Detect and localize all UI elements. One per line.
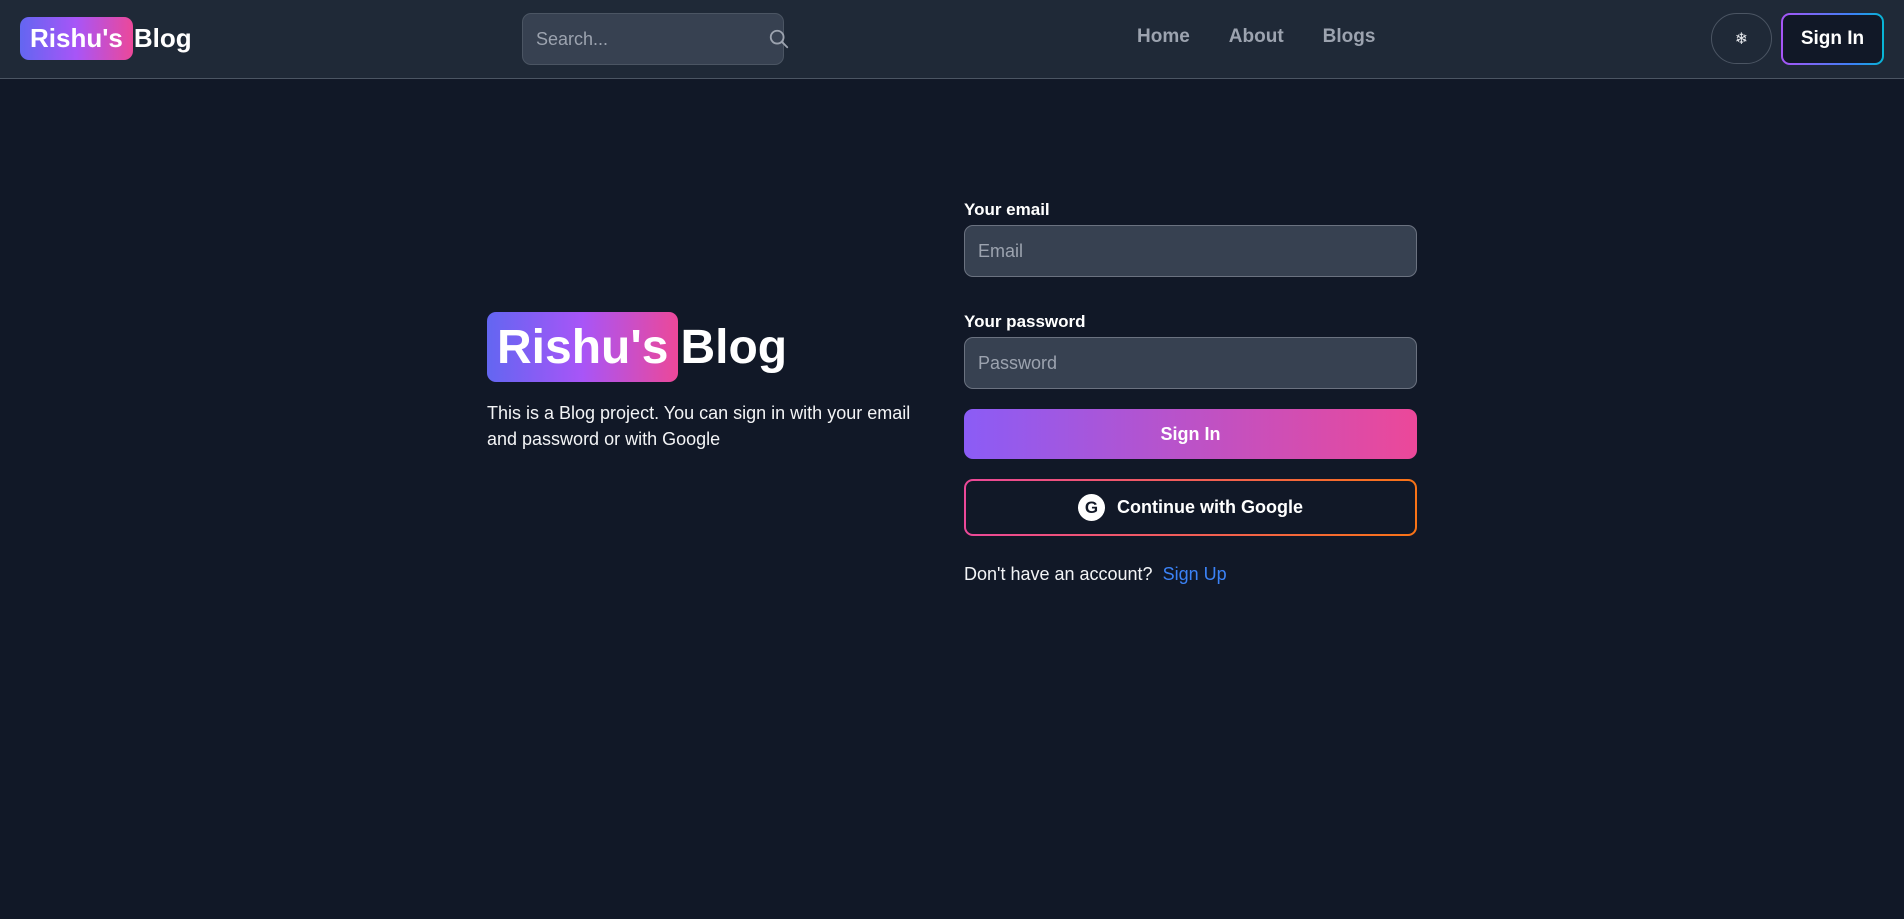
navbar: Rishu's Blog Home About Blogs ❄ Sign In <box>0 0 1904 79</box>
continue-with-google-button[interactable]: G Continue with Google <box>964 479 1417 536</box>
site-logo[interactable]: Rishu's Blog <box>20 17 192 60</box>
header-sign-in-label: Sign In <box>1783 15 1882 63</box>
nav-blogs[interactable]: Blogs <box>1323 26 1376 54</box>
email-label: Your email <box>964 200 1050 219</box>
hero-description: This is a Blog project. You can sign in … <box>487 403 911 449</box>
nav-home[interactable]: Home <box>1137 26 1190 54</box>
nav-about[interactable]: About <box>1229 26 1284 54</box>
sign-up-link[interactable]: Sign Up <box>1163 564 1227 585</box>
theme-toggle-button[interactable]: ❄ <box>1711 13 1772 64</box>
search-icon[interactable] <box>768 27 790 51</box>
password-label: Your password <box>964 312 1086 331</box>
logo-badge: Rishu's <box>20 17 133 60</box>
google-button-label: Continue with Google <box>1117 497 1303 517</box>
signup-row: Don't have an account? Sign Up <box>964 564 1417 585</box>
email-field[interactable] <box>964 225 1417 277</box>
logo-word: Blog <box>133 23 192 53</box>
google-button-inner: G Continue with Google <box>966 481 1415 534</box>
snowflake-icon: ❄ <box>1734 30 1749 48</box>
hero-logo-word: Blog <box>680 320 788 374</box>
hero-logo: Rishu's Blog <box>487 312 787 382</box>
search-box <box>522 13 789 65</box>
sign-in-button[interactable]: Sign In <box>964 409 1417 459</box>
nav-links: Home About Blogs <box>1137 26 1414 54</box>
hero-logo-badge: Rishu's <box>487 312 679 382</box>
search-input[interactable] <box>536 28 768 50</box>
password-field[interactable] <box>964 337 1417 389</box>
signup-prompt: Don't have an account? <box>964 564 1153 584</box>
google-icon: G <box>1078 494 1105 521</box>
header-sign-in-button[interactable]: Sign In <box>1781 13 1884 65</box>
sign-in-form: Your email Your password Sign In G Conti… <box>964 200 1417 585</box>
